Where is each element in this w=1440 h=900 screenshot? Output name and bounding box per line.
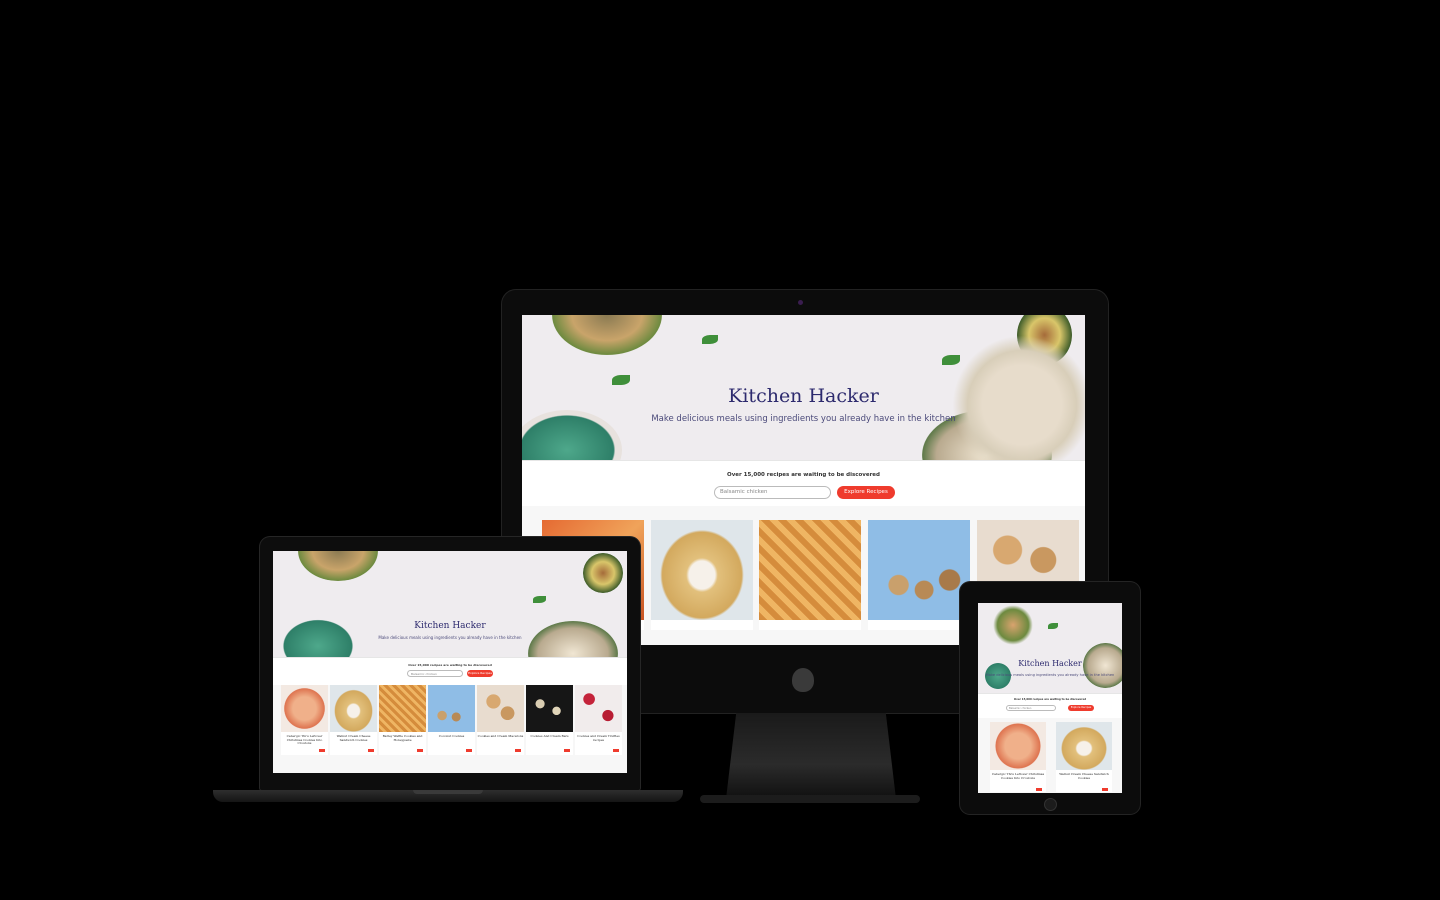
save-recipe-button[interactable]: [466, 749, 472, 752]
recipe-photo: [526, 685, 573, 732]
recipe-photo: [379, 685, 426, 732]
laptop-hero-title: Kitchen Hacker: [414, 621, 486, 631]
laptop-site: Kitchen Hacker Make delicious meals usin…: [273, 551, 627, 773]
recipe-title: Barley Waffle Cookies and Honeypaste: [382, 734, 423, 742]
recipe-card[interactable]: Coconut Cookies: [428, 685, 475, 755]
recipe-card[interactable]: [759, 520, 861, 630]
desktop-explore-button[interactable]: Explore Recipes: [837, 486, 895, 499]
laptop-notch: [413, 790, 483, 794]
desktop-hero-subtitle: Make delicious meals using ingredients y…: [651, 414, 956, 424]
tablet-frame: Kitchen Hacker Make delicious meals usin…: [960, 582, 1140, 814]
save-recipe-button[interactable]: [1036, 788, 1042, 791]
tablet-hero-title: Kitchen Hacker: [1018, 659, 1082, 668]
recipe-card[interactable]: Walnut Cream Cheese Sandwich Cookies: [330, 685, 377, 755]
recipe-photo: [759, 520, 861, 620]
recipe-card[interactable]: Walnut Cream Cheese Sandwich Cookies: [1056, 722, 1112, 792]
recipe-card[interactable]: Cabergic Thru Leftover Christmas Cookies…: [281, 685, 328, 755]
tablet-site: Kitchen Hacker Make delicious meals usin…: [978, 603, 1122, 793]
recipe-title: Cookies and Cream Macarons: [477, 734, 524, 738]
tablet-home-button-icon[interactable]: [1044, 798, 1057, 811]
desktop-search-area: Over 15,000 recipes are waiting to be di…: [522, 460, 1085, 507]
laptop-tagline: Over 15,000 recipes are waiting to be di…: [408, 663, 492, 667]
tablet-hero-subtitle: Make delicious meals using ingredients y…: [985, 673, 1115, 677]
recipe-title: Walnut Cream Cheese Sandwich Cookies: [336, 734, 371, 742]
recipe-title: Coconut Cookies: [438, 734, 465, 738]
recipe-title: Cookies and Cream Truffles recipes: [577, 734, 620, 742]
recipe-photo: [477, 685, 524, 732]
laptop-search-input[interactable]: Balsamic chicken: [407, 670, 463, 677]
save-recipe-button[interactable]: [564, 749, 570, 752]
recipe-photo: [428, 685, 475, 732]
laptop-lid: Kitchen Hacker Make delicious meals usin…: [260, 537, 640, 790]
recipe-photo: [990, 722, 1046, 770]
save-recipe-button[interactable]: [319, 749, 325, 752]
tablet-search-area: Over 15,000 recipes are waiting to be di…: [978, 693, 1122, 719]
laptop-hero: Kitchen Hacker Make delicious meals usin…: [273, 551, 627, 657]
recipe-title: Cabergic Thru Leftover Christmas Cookies…: [286, 734, 323, 746]
desktop-tagline: Over 15,000 recipes are waiting to be di…: [727, 472, 880, 478]
save-recipe-button[interactable]: [417, 749, 423, 752]
recipe-photo: [1056, 722, 1112, 770]
laptop-recipe-grid: Cabergic Thru Leftover Christmas Cookies…: [273, 685, 627, 773]
recipe-title: Cabergic Thru Leftover Christmas Cookies…: [991, 772, 1045, 780]
save-recipe-button[interactable]: [515, 749, 521, 752]
recipe-card[interactable]: [868, 520, 970, 630]
tablet-tagline: Over 15,000 recipes are waiting to be di…: [1013, 698, 1087, 701]
desktop-hero-title: Kitchen Hacker: [728, 385, 879, 407]
laptop-search-area: Over 15,000 recipes are waiting to be di…: [273, 657, 627, 686]
recipe-photo: [868, 520, 970, 620]
recipe-card[interactable]: Barley Waffle Cookies and Honeypaste: [379, 685, 426, 755]
recipe-card[interactable]: Cookies And Cream Bars: [526, 685, 573, 755]
recipe-card[interactable]: [651, 520, 753, 630]
recipe-photo: [575, 685, 622, 732]
desktop-search-input[interactable]: Balsamic chicken: [714, 486, 831, 499]
recipe-title: Cookies And Cream Bars: [530, 734, 569, 738]
desktop-stand-base: [700, 795, 920, 803]
tablet-explore-button[interactable]: Explore Recipes: [1068, 705, 1094, 711]
recipe-photo: [651, 520, 753, 620]
recipe-photo: [281, 685, 328, 732]
desktop-camera: [798, 300, 803, 305]
laptop-hero-subtitle: Make delicious meals using ingredients y…: [378, 635, 522, 640]
tablet-recipe-grid: Cabergic Thru Leftover Christmas Cookies…: [978, 718, 1122, 793]
recipe-card[interactable]: Cabergic Thru Leftover Christmas Cookies…: [990, 722, 1046, 792]
tablet-screen: Kitchen Hacker Make delicious meals usin…: [978, 603, 1122, 793]
desktop-hero: Kitchen Hacker Make delicious meals usin…: [522, 315, 1085, 460]
tablet-hero: Kitchen Hacker Make delicious meals usin…: [978, 603, 1122, 693]
recipe-photo: [330, 685, 377, 732]
recipe-card[interactable]: Cookies and Cream Macarons: [477, 685, 524, 755]
save-recipe-button[interactable]: [613, 749, 619, 752]
desktop-stand: [726, 713, 896, 799]
laptop-explore-button[interactable]: Explore Recipes: [467, 670, 493, 677]
recipe-card[interactable]: Cookies and Cream Truffles recipes: [575, 685, 622, 755]
apple-logo-icon: [792, 668, 814, 692]
recipe-title: Walnut Cream Cheese Sandwich Cookies: [1059, 772, 1109, 780]
save-recipe-button[interactable]: [368, 749, 374, 752]
laptop-screen: Kitchen Hacker Make delicious meals usin…: [273, 551, 627, 773]
save-recipe-button[interactable]: [1102, 788, 1108, 791]
tablet-search-input[interactable]: Balsamic chicken: [1006, 705, 1056, 711]
